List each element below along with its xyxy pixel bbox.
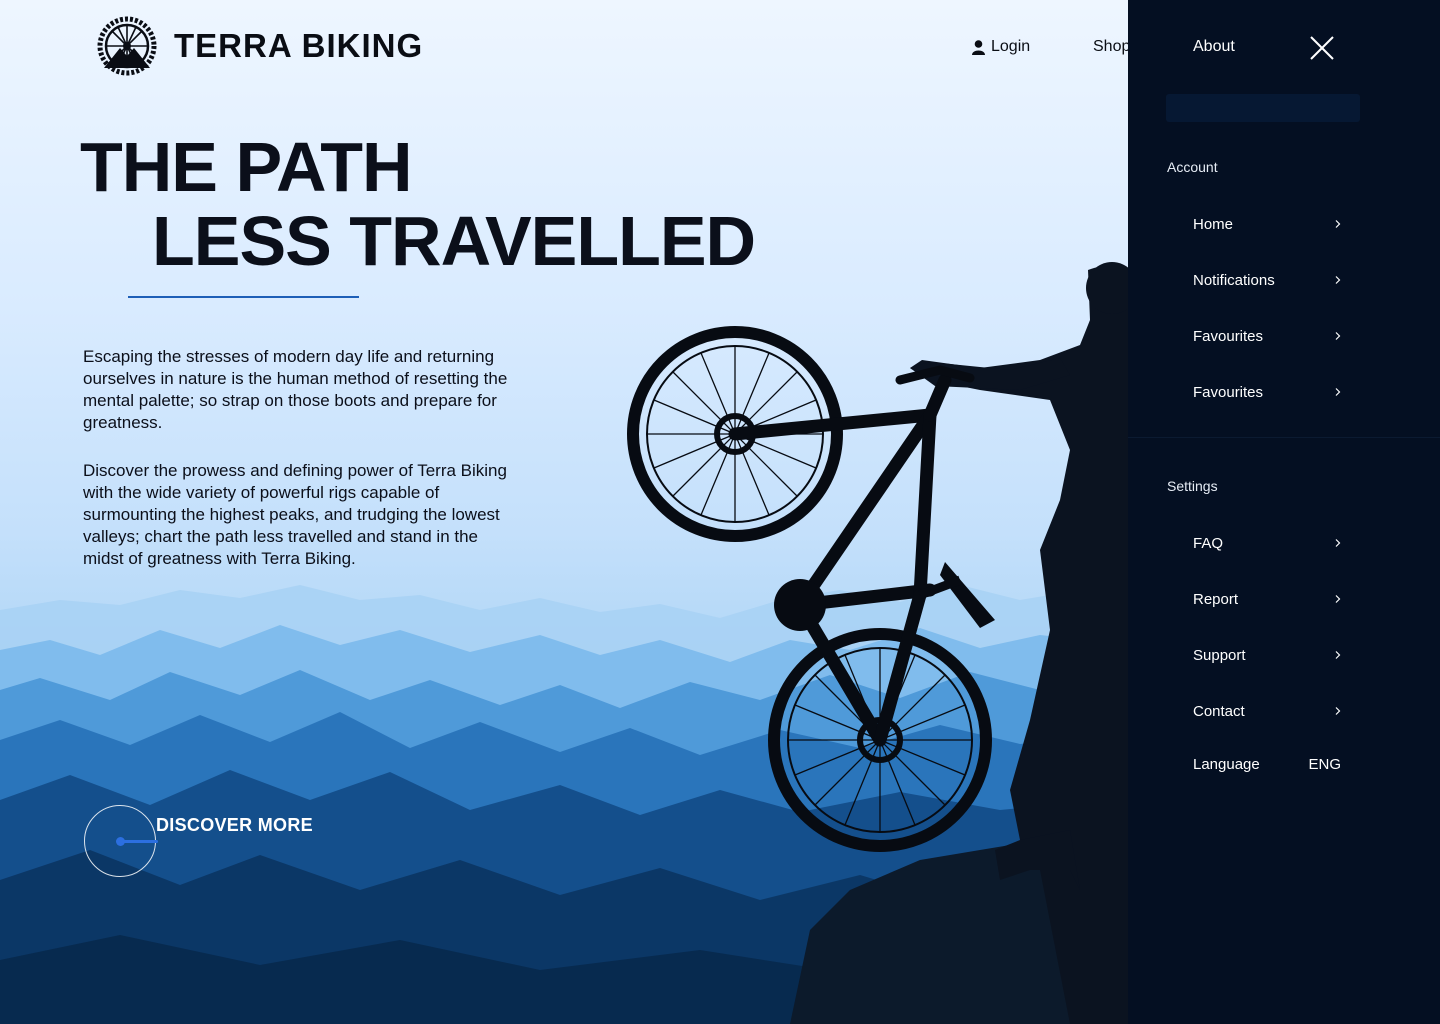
headline-underline [128, 296, 359, 298]
discover-line [120, 840, 158, 843]
nav-login[interactable]: Login [972, 38, 1030, 56]
brand-logo[interactable]: TERRA BIKING [90, 16, 423, 76]
menu-item-support[interactable]: Support [1193, 643, 1343, 667]
chevron-right-icon [1335, 595, 1341, 603]
nav-login-label: Login [991, 38, 1031, 55]
navigation-drawer: About Account Home Notifications Favouri… [1128, 0, 1440, 1024]
hero-paragraph-2: Discover the prowess and defining power … [83, 461, 507, 568]
language-value: ENG [1308, 756, 1341, 773]
account-section-label: Account [1167, 159, 1218, 175]
chevron-right-icon [1335, 276, 1341, 284]
menu-item-label: Report [1193, 590, 1239, 608]
headline-line-2: LESS TRAVELLED [152, 202, 756, 280]
chevron-right-icon [1335, 332, 1341, 340]
rider-holding-bike-image [627, 262, 1140, 1024]
menu-item-label: Contact [1193, 702, 1245, 720]
menu-item-favourites[interactable]: Favourites [1193, 324, 1343, 348]
menu-item-label: Favourites [1193, 327, 1264, 345]
chevron-right-icon [1335, 388, 1341, 396]
user-icon [972, 39, 985, 55]
search-input[interactable] [1172, 95, 1365, 121]
discover-dot [116, 837, 125, 846]
discover-more-button[interactable]: DISCOVER MORE [84, 805, 324, 877]
nav-about[interactable]: About [1193, 38, 1235, 56]
chevron-right-icon [1335, 539, 1341, 547]
menu-item-label: Favourites [1193, 383, 1264, 401]
chevron-right-icon [1335, 651, 1341, 659]
menu-item-label: Notifications [1193, 271, 1275, 289]
brand-name: TERRA BIKING [174, 27, 424, 64]
search-box[interactable] [1166, 94, 1365, 122]
hero-paragraph-1: Escaping the stresses of modern day life… [83, 347, 508, 432]
headline-line-1: THE PATH [80, 128, 413, 206]
menu-item-report[interactable]: Report [1193, 587, 1343, 611]
language-label: Language [1193, 756, 1260, 773]
section-divider [1128, 437, 1440, 438]
bike-wheel-logo-icon [97, 16, 157, 76]
chevron-right-icon [1335, 707, 1341, 715]
menu-item-label: Home [1193, 215, 1234, 233]
language-selector[interactable]: Language ENG [1193, 756, 1341, 773]
menu-item-home[interactable]: Home [1193, 212, 1343, 236]
menu-item-label: FAQ [1193, 534, 1224, 552]
discover-more-label: DISCOVER MORE [156, 815, 313, 835]
settings-section-label: Settings [1167, 478, 1218, 494]
menu-item-faq[interactable]: FAQ [1193, 531, 1343, 555]
hero-headline: THE PATH LESS TRAVELLED [80, 128, 756, 280]
close-icon[interactable] [1308, 34, 1336, 62]
nav-shop[interactable]: Shop [1093, 38, 1130, 56]
chevron-right-icon [1335, 220, 1341, 228]
menu-item-contact[interactable]: Contact [1193, 699, 1343, 723]
menu-item-notifications[interactable]: Notifications [1193, 268, 1343, 292]
menu-item-favourites-2[interactable]: Favourites [1193, 380, 1343, 404]
menu-item-label: Support [1193, 646, 1246, 664]
